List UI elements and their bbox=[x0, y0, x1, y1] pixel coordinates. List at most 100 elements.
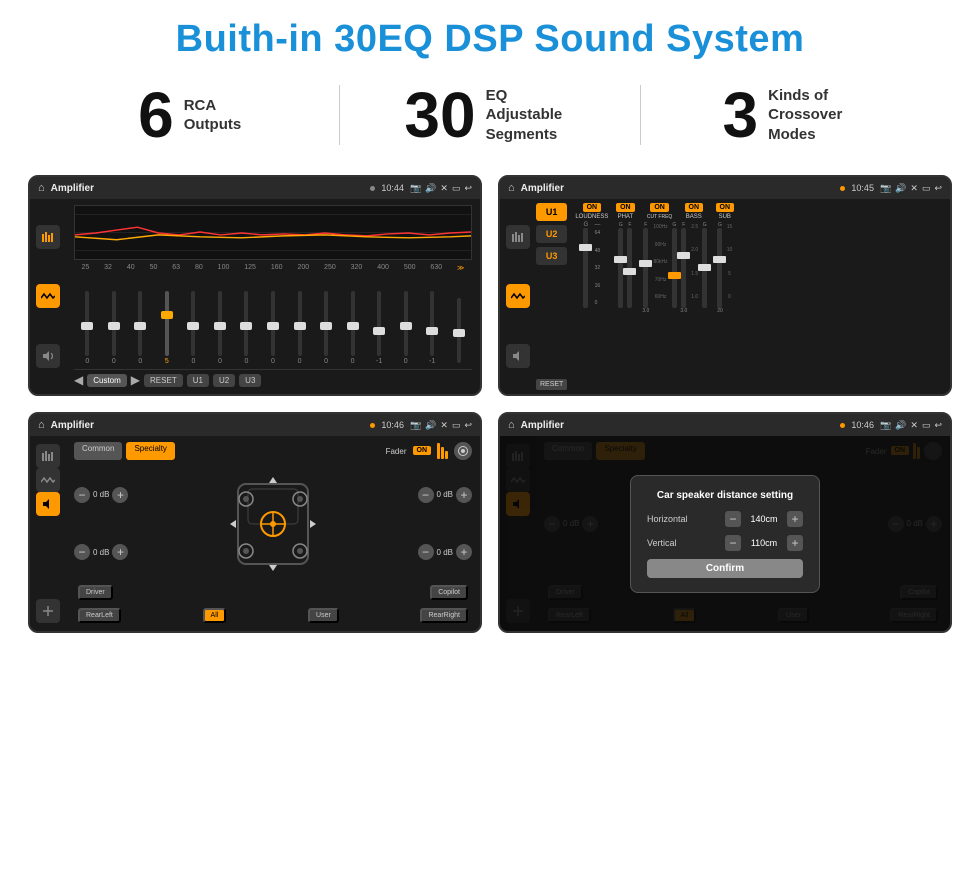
screen2-title: Amplifier bbox=[521, 183, 835, 194]
screen4-topbar: ⌂ Amplifier 10:46 📷 🔊 ✕ ▭ ↩ bbox=[500, 414, 950, 436]
prev-arrow[interactable]: ◀ bbox=[74, 373, 83, 387]
btn-driver[interactable]: Driver bbox=[78, 585, 113, 600]
eq-icon3[interactable] bbox=[36, 444, 60, 468]
u1-btn[interactable]: U1 bbox=[187, 374, 209, 387]
btn-copilot[interactable]: Copilot bbox=[430, 585, 468, 600]
home-icon4[interactable]: ⌂ bbox=[508, 419, 515, 431]
screen-eq: ⌂ Amplifier 10:44 📷 🔊 ✕ ▭ ↩ bbox=[28, 175, 482, 396]
stat-rca: 6 RCAOutputs bbox=[40, 83, 339, 147]
stat-number-rca: 6 bbox=[138, 83, 174, 147]
camera-icon4: 📷 bbox=[880, 420, 891, 431]
volume-icon4: 🔊 bbox=[895, 420, 906, 431]
db-minus-rr[interactable]: − bbox=[418, 544, 434, 560]
back-icon3: ↩ bbox=[464, 420, 472, 431]
channel-cutfreq: ON CUT FREQ F 3.0 100Hz90Hz80kHz70Hz60Hz bbox=[642, 203, 676, 390]
db-control-fr: − 0 dB + bbox=[418, 487, 472, 503]
wave-icon[interactable] bbox=[36, 284, 60, 308]
back-icon4: ↩ bbox=[934, 420, 942, 431]
btn-all[interactable]: All bbox=[203, 608, 227, 623]
preset-u3[interactable]: U3 bbox=[536, 247, 567, 265]
vertical-label: Vertical bbox=[647, 538, 702, 548]
preset-u1[interactable]: U1 bbox=[536, 203, 567, 221]
settings-icon[interactable] bbox=[454, 442, 472, 460]
db-minus-rl[interactable]: − bbox=[74, 544, 90, 560]
screen1-title: Amplifier bbox=[51, 183, 365, 194]
confirm-button[interactable]: Confirm bbox=[647, 559, 803, 578]
camera-icon: 📷 bbox=[410, 183, 421, 194]
close-icon4: ✕ bbox=[910, 420, 918, 431]
volume-icon2: 🔊 bbox=[895, 183, 906, 194]
db-minus-fr[interactable]: − bbox=[418, 487, 434, 503]
close-icon: ✕ bbox=[440, 183, 448, 194]
db-plus-rl[interactable]: + bbox=[112, 544, 128, 560]
camera-icon3: 📷 bbox=[410, 420, 421, 431]
speaker-icon[interactable] bbox=[36, 344, 60, 368]
channel-sub: ON SUB G 20 151050 bbox=[711, 203, 739, 390]
page-title: Buith-in 30EQ DSP Sound System bbox=[0, 0, 980, 73]
stat-number-eq: 30 bbox=[404, 83, 475, 147]
minimize-icon3: ▭ bbox=[452, 420, 461, 431]
speaker-icon2[interactable] bbox=[506, 344, 530, 368]
btn-rearleft[interactable]: RearLeft bbox=[78, 608, 121, 623]
horizontal-plus[interactable]: + bbox=[787, 511, 803, 527]
u3-btn[interactable]: U3 bbox=[239, 374, 261, 387]
crossover-reset-btn[interactable]: RESET bbox=[536, 379, 567, 390]
wave-icon2[interactable] bbox=[506, 284, 530, 308]
dialog-horizontal-row: Horizontal − 140cm + bbox=[647, 511, 803, 527]
eq-icon2[interactable] bbox=[506, 225, 530, 249]
screen1-topbar: ⌂ Amplifier 10:44 📷 🔊 ✕ ▭ ↩ bbox=[30, 177, 480, 199]
fader-main: Common Specialty Fader ON bbox=[66, 436, 480, 631]
expand-icon3[interactable] bbox=[36, 599, 60, 623]
eq-icon[interactable] bbox=[36, 225, 60, 249]
db-plus-fr[interactable]: + bbox=[456, 487, 472, 503]
preset-u2[interactable]: U2 bbox=[536, 225, 567, 243]
speaker-icon3[interactable] bbox=[36, 492, 60, 516]
tab-common[interactable]: Common bbox=[74, 442, 122, 460]
cutfreq-on[interactable]: ON bbox=[650, 203, 669, 212]
wave-icon3[interactable] bbox=[36, 468, 60, 492]
db-minus-fl[interactable]: − bbox=[74, 487, 90, 503]
stat-label-rca: RCAOutputs bbox=[184, 96, 242, 135]
fader-label: Fader bbox=[386, 447, 407, 456]
screen-crossover: ⌂ Amplifier 10:45 📷 🔊 ✕ ▭ ↩ bbox=[498, 175, 952, 396]
db-value-rr: 0 dB bbox=[437, 548, 453, 557]
home-icon3[interactable]: ⌂ bbox=[38, 419, 45, 431]
loudness-on[interactable]: ON bbox=[583, 203, 602, 212]
channel-bass: ON BASS F 3.0 2.52.01.51.0 bbox=[680, 203, 708, 390]
status-dot4 bbox=[840, 423, 845, 428]
btn-user[interactable]: User bbox=[308, 608, 339, 623]
close-icon3: ✕ bbox=[440, 420, 448, 431]
reset-btn[interactable]: RESET bbox=[144, 374, 183, 387]
left-controls: − 0 dB + − 0 dB + bbox=[74, 468, 128, 579]
db-plus-fl[interactable]: + bbox=[112, 487, 128, 503]
close-icon2: ✕ bbox=[910, 183, 918, 194]
channel-phat: ON PHAT G F bbox=[611, 203, 639, 390]
phat-on[interactable]: ON bbox=[616, 203, 635, 212]
speaker-layout: − 0 dB + − 0 dB + bbox=[74, 468, 472, 579]
bass-on[interactable]: ON bbox=[685, 203, 704, 212]
fader-tabs: Common Specialty Fader ON bbox=[74, 442, 472, 460]
eq-graph bbox=[74, 205, 472, 260]
home-icon2[interactable]: ⌂ bbox=[508, 182, 515, 194]
screen3-title: Amplifier bbox=[51, 420, 365, 431]
tab-specialty[interactable]: Specialty bbox=[126, 442, 174, 460]
sub-on[interactable]: ON bbox=[716, 203, 735, 212]
stat-crossover: 3 Kinds ofCrossover Modes bbox=[641, 83, 940, 147]
horizontal-label: Horizontal bbox=[647, 514, 702, 524]
vertical-plus[interactable]: + bbox=[787, 535, 803, 551]
screen3-topbar: ⌂ Amplifier 10:46 📷 🔊 ✕ ▭ ↩ bbox=[30, 414, 480, 436]
dialog-overlay: Car speaker distance setting Horizontal … bbox=[500, 436, 950, 631]
vertical-minus[interactable]: − bbox=[725, 535, 741, 551]
screen3-sidebar bbox=[30, 436, 66, 631]
custom-btn[interactable]: Custom bbox=[87, 374, 127, 387]
screen3-icons: 📷 🔊 ✕ ▭ ↩ bbox=[410, 420, 472, 431]
btn-rearright[interactable]: RearRight bbox=[420, 608, 468, 623]
db-control-rl: − 0 dB + bbox=[74, 544, 128, 560]
db-plus-rr[interactable]: + bbox=[456, 544, 472, 560]
next-arrow[interactable]: ▶ bbox=[131, 373, 140, 387]
fader-on-badge[interactable]: ON bbox=[413, 446, 432, 455]
u2-btn[interactable]: U2 bbox=[213, 374, 235, 387]
horizontal-value: 140cm bbox=[745, 514, 783, 524]
horizontal-minus[interactable]: − bbox=[725, 511, 741, 527]
home-icon[interactable]: ⌂ bbox=[38, 182, 45, 194]
